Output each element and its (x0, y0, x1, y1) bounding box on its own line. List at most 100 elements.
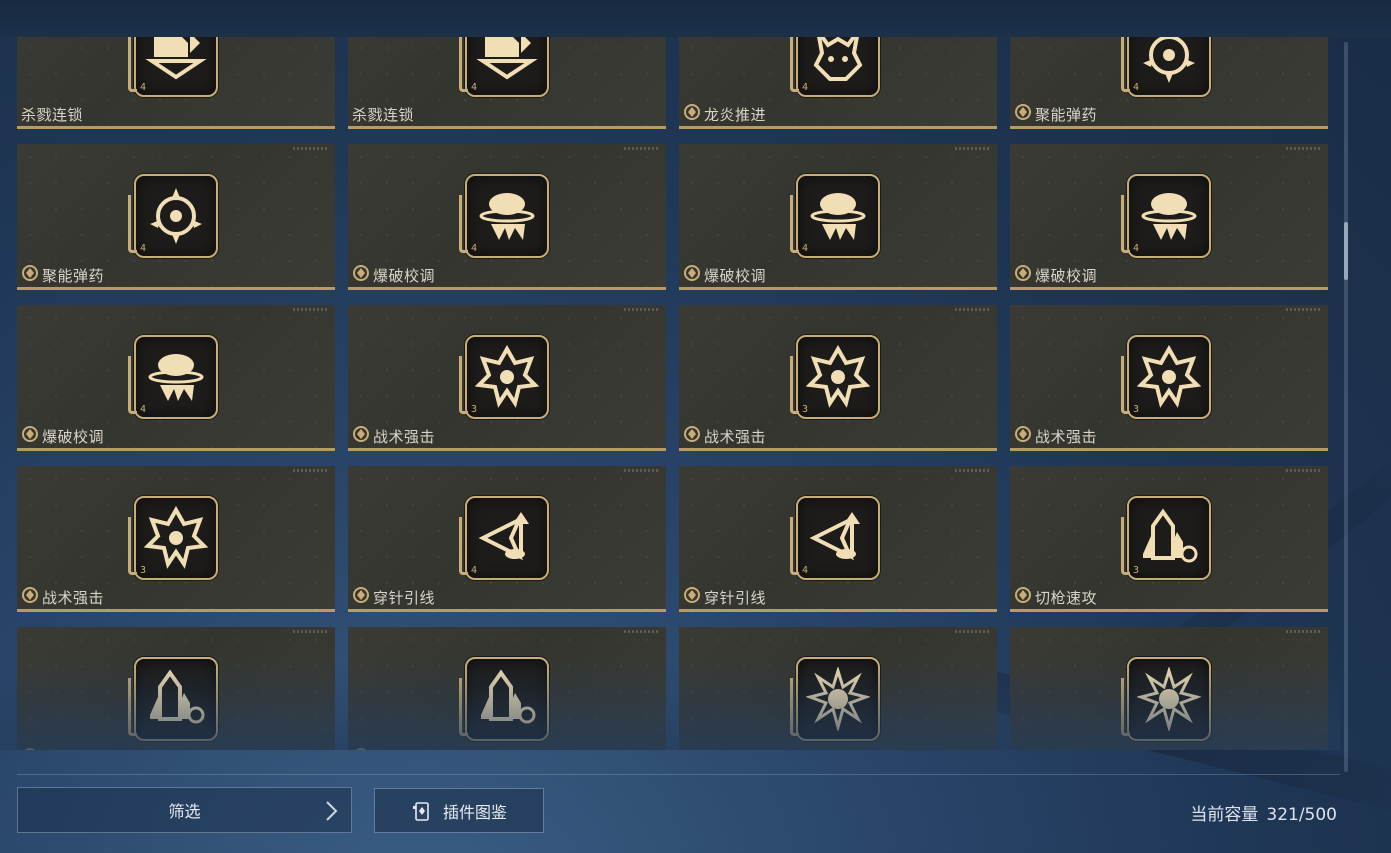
module-label-row: 战术强击 (352, 426, 435, 446)
kill-chain-icon (475, 37, 539, 87)
codex-card-icon (412, 801, 429, 821)
tier-number: 4 (1133, 243, 1140, 254)
module-icon-plate: 4 (459, 174, 549, 258)
tier-number: 3 (1133, 404, 1140, 415)
module-name: 战术强击 (704, 427, 767, 446)
tier-number: 4 (140, 243, 147, 254)
module-name: 战术强击 (373, 427, 436, 446)
module-card[interactable] (1010, 627, 1328, 750)
module-card[interactable] (348, 627, 666, 750)
kill-chain-icon (144, 37, 208, 87)
tier-number: 4 (802, 82, 809, 93)
burst-icon (804, 665, 872, 733)
module-card[interactable]: 4 杀戮连锁 (17, 37, 335, 129)
module-icon-plate: 4 (459, 37, 549, 97)
tier-number: 4 (1133, 82, 1140, 93)
scrollbar-track[interactable] (1344, 42, 1348, 772)
module-label-row: 爆破校调 (21, 426, 104, 446)
module-label-row: 战术强击 (683, 426, 766, 446)
module-icon-plate: 4 (1121, 174, 1211, 258)
module-card[interactable]: 4 杀戮连锁 (348, 37, 666, 129)
module-name: 切枪速攻 (1035, 588, 1098, 607)
module-label-row: 杀戮连锁 (21, 104, 83, 124)
tier-number: 4 (471, 243, 478, 254)
module-card[interactable]: 4 爆破校调 (17, 305, 335, 451)
affix-ring-icon (1014, 586, 1032, 608)
swap-assault-icon (144, 667, 208, 731)
affix-ring-icon (1014, 425, 1032, 447)
affix-ring-icon (683, 264, 701, 286)
module-grid-viewport[interactable]: 4 杀戮连锁 4 杀戮连锁 4 龙炎推进 4 聚能弹药 4 聚能弹药 4 爆破校调 4 爆破校调 4 爆破校调… (0, 37, 1340, 750)
module-icon-plate: 4 (790, 174, 880, 258)
module-card[interactable]: 4 爆破校调 (679, 144, 997, 290)
module-card[interactable]: 4 龙炎推进 (679, 37, 997, 129)
module-name: 聚能弹药 (42, 266, 105, 285)
module-label-row: 战术强击 (1014, 426, 1097, 446)
module-icon-plate: 3 (1121, 496, 1211, 580)
module-card[interactable]: 3 战术强击 (1010, 305, 1328, 451)
module-icon-plate: 3 (790, 335, 880, 419)
swap-assault-icon (475, 667, 539, 731)
affix-ring-icon (683, 103, 701, 125)
module-icon-plate: 3 (459, 335, 549, 419)
blast-calibration-icon (1137, 184, 1201, 248)
swap-assault-icon (1137, 506, 1201, 570)
filter-button[interactable]: 筛选 (17, 787, 352, 833)
tier-number: 4 (140, 404, 147, 415)
module-grid: 4 杀戮连锁 4 杀戮连锁 4 龙炎推进 4 聚能弹药 4 聚能弹药 4 爆破校调 4 爆破校调 4 爆破校调… (17, 37, 1328, 750)
tier-number: 3 (140, 565, 147, 576)
module-card[interactable]: 3 战术强击 (679, 305, 997, 451)
module-card[interactable]: 4 聚能弹药 (1010, 37, 1328, 129)
blast-calibration-icon (806, 184, 870, 248)
module-icon-plate (459, 657, 549, 741)
module-name: 战术强击 (42, 588, 105, 607)
affix-ring-icon (21, 264, 39, 286)
module-icon-plate: 4 (128, 174, 218, 258)
module-name: 战术强击 (1035, 427, 1098, 446)
module-card[interactable]: 3 切枪速攻 (1010, 466, 1328, 612)
blast-calibration-icon (144, 345, 208, 409)
tier-number: 3 (471, 404, 478, 415)
module-label-row: 聚能弹药 (21, 265, 104, 285)
module-card[interactable] (17, 627, 335, 750)
module-name: 爆破校调 (704, 266, 767, 285)
module-label-row: 穿针引线 (683, 587, 766, 607)
module-icon-plate: 4 (128, 37, 218, 97)
module-card[interactable]: 4 聚能弹药 (17, 144, 335, 290)
module-card[interactable]: 3 战术强击 (17, 466, 335, 612)
module-icon-plate: 4 (790, 37, 880, 97)
chevron-right-icon (326, 801, 338, 821)
tier-number: 4 (802, 243, 809, 254)
module-name: 爆破校调 (42, 427, 105, 446)
module-label-row: 爆破校调 (683, 265, 766, 285)
affix-ring-icon (352, 586, 370, 608)
burst-icon (1135, 665, 1203, 733)
module-icon-plate (790, 657, 880, 741)
tier-number: 3 (802, 404, 809, 415)
module-label-row: 爆破校调 (1014, 265, 1097, 285)
module-name: 爆破校调 (1035, 266, 1098, 285)
affix-ring-icon (352, 747, 370, 750)
module-card[interactable] (679, 627, 997, 750)
module-card[interactable]: 3 战术强击 (348, 305, 666, 451)
scrollbar-thumb[interactable] (1344, 222, 1348, 280)
dragon-flame-icon (806, 37, 870, 87)
module-label-row: 切枪速攻 (1014, 587, 1097, 607)
module-name: 爆破校调 (373, 266, 436, 285)
blast-calibration-icon (475, 184, 539, 248)
threading-needle-icon (475, 506, 539, 570)
module-icon-plate (128, 657, 218, 741)
threading-needle-icon (806, 506, 870, 570)
module-card[interactable]: 4 穿针引线 (348, 466, 666, 612)
module-card[interactable]: 4 爆破校调 (1010, 144, 1328, 290)
tier-number: 4 (471, 565, 478, 576)
footer-divider (17, 774, 1340, 775)
affix-ring-icon (683, 586, 701, 608)
module-codex-button[interactable]: 插件图鉴 (374, 788, 544, 833)
affix-ring-icon (683, 425, 701, 447)
module-card[interactable]: 4 穿针引线 (679, 466, 997, 612)
capacity-label: 当前容量 (1190, 805, 1259, 825)
module-card[interactable]: 4 爆破校调 (348, 144, 666, 290)
module-label-row: 聚能弹药 (1014, 104, 1097, 124)
filter-label: 筛选 (168, 802, 201, 821)
